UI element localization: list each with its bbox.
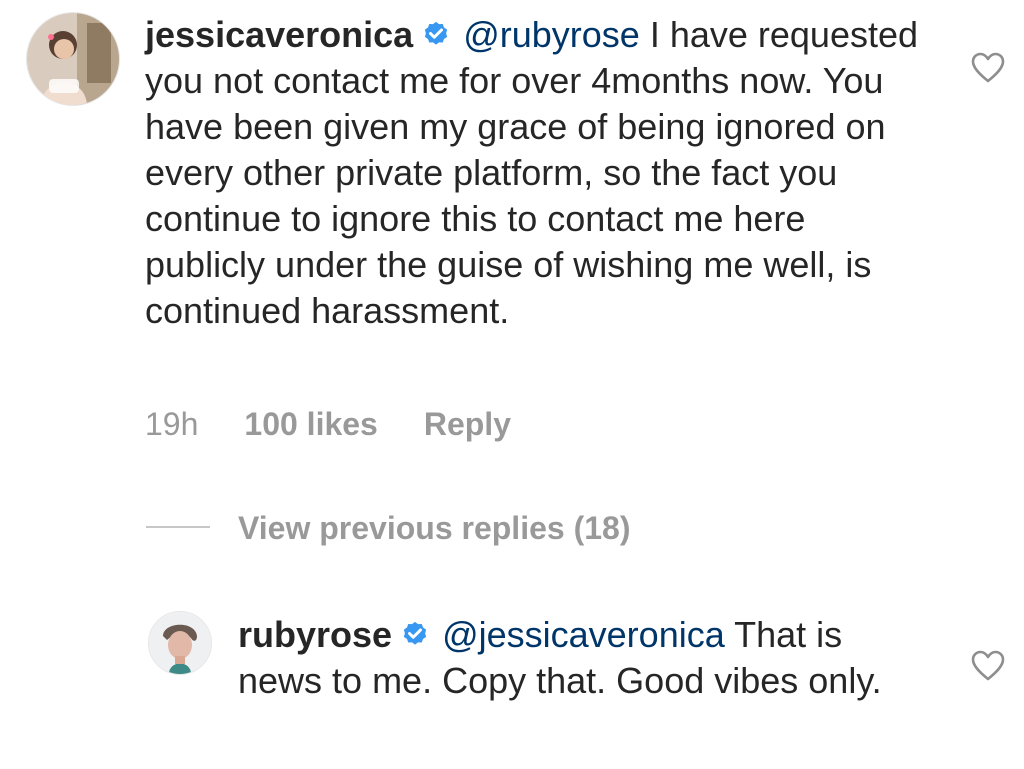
comment-body: jessicaveronica @rubyrose I have request… (145, 12, 935, 334)
view-previous-replies-button[interactable]: View previous replies (18) (238, 506, 630, 550)
comment-meta: 19h 100 likes Reply (145, 402, 511, 446)
profile-photo-icon (149, 612, 211, 674)
comment-mention[interactable]: @jessicaveronica (442, 614, 725, 655)
comment-timestamp: 19h (145, 406, 199, 442)
replies-divider (146, 526, 210, 528)
like-heart-icon[interactable] (971, 52, 1005, 84)
comment-username[interactable]: jessicaveronica (145, 14, 413, 55)
avatar[interactable] (26, 12, 120, 106)
comment-text: I have requested you not contact me for … (145, 14, 919, 331)
avatar[interactable] (148, 611, 212, 675)
like-heart-icon[interactable] (971, 650, 1005, 682)
comment-mention[interactable]: @rubyrose (463, 14, 640, 55)
reply-button[interactable]: Reply (424, 402, 511, 446)
comment-likes-count[interactable]: 100 likes (244, 402, 377, 446)
verified-badge-icon (421, 20, 451, 50)
comment-body: rubyrose @jessicaveronica That is news t… (238, 612, 928, 704)
profile-photo-icon (27, 13, 119, 105)
comment-username[interactable]: rubyrose (238, 614, 392, 655)
verified-badge-icon (400, 620, 430, 650)
